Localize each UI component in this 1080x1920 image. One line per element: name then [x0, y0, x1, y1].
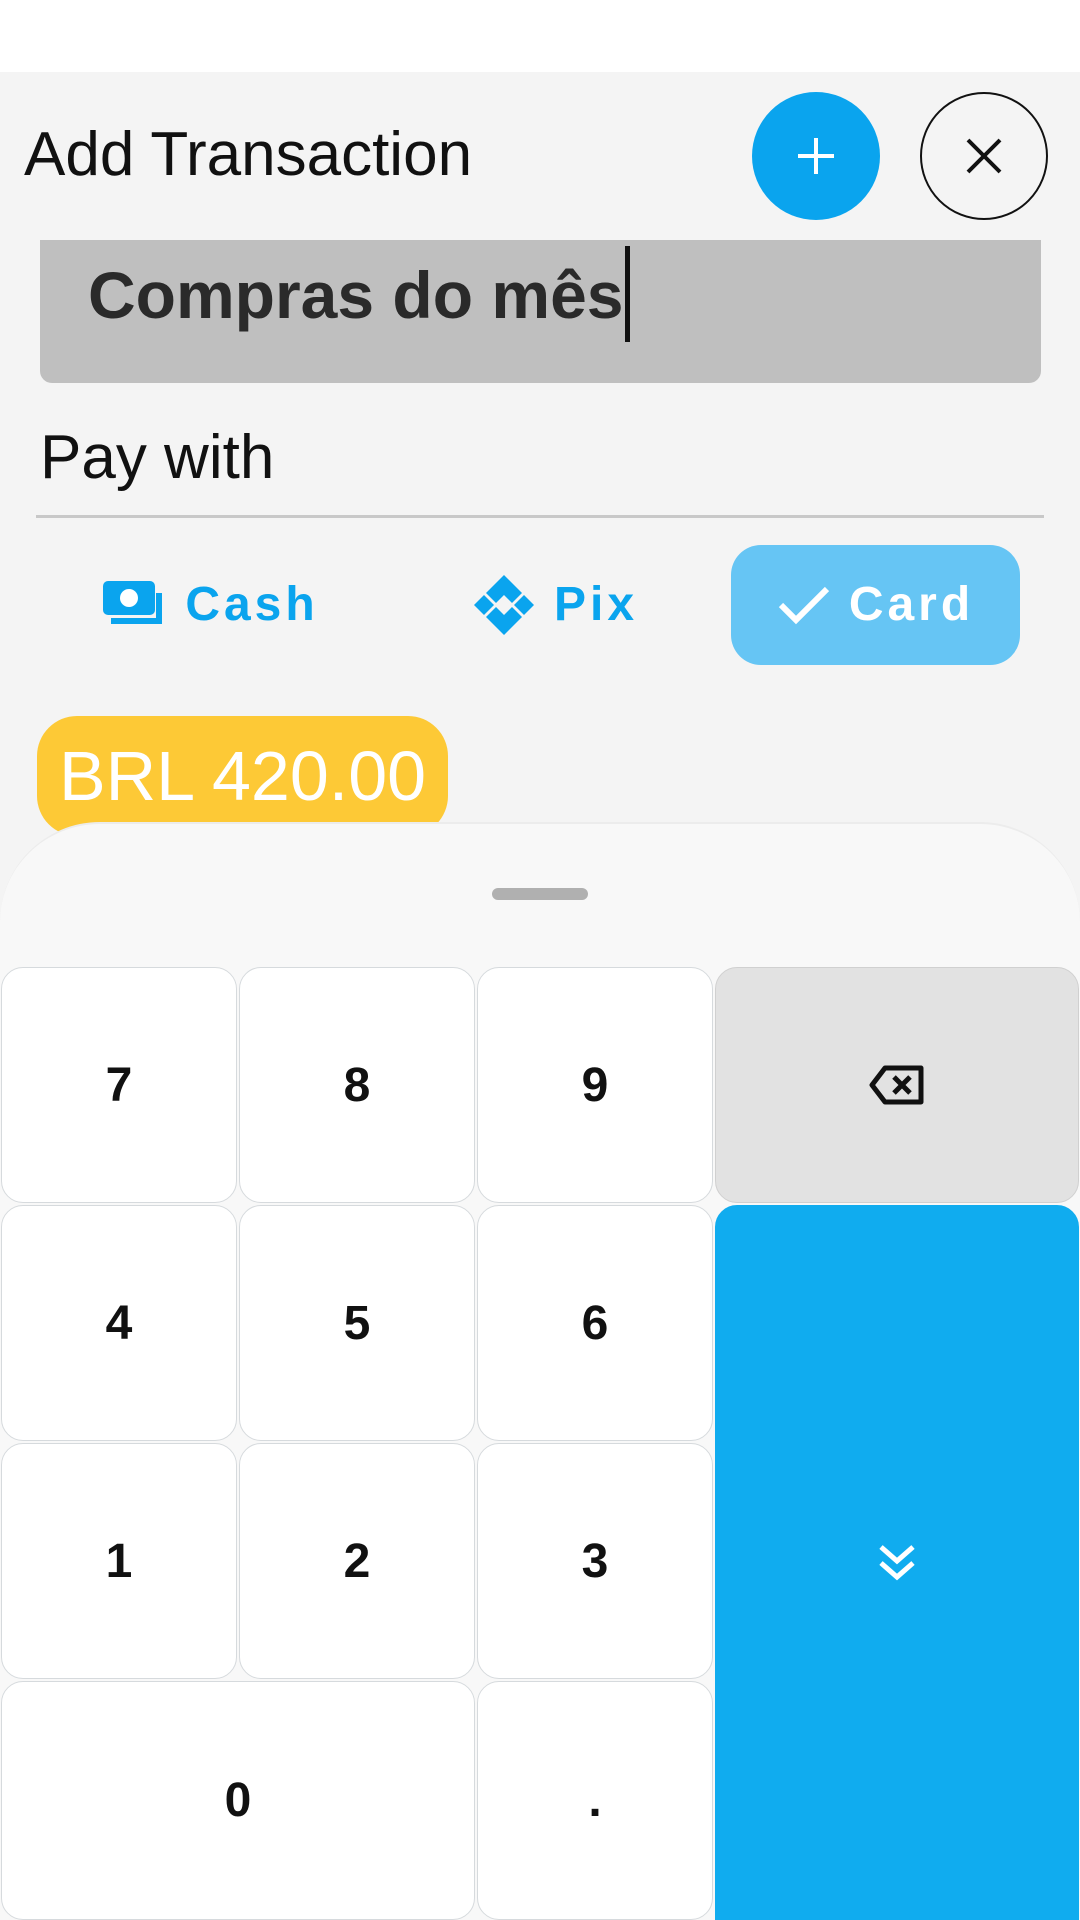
key-7[interactable]: 7 — [1, 967, 237, 1203]
description-value: Compras do mês — [88, 258, 624, 332]
key-6[interactable]: 6 — [477, 1205, 713, 1441]
cash-icon — [101, 579, 167, 631]
description-value-wrap: Compras do mês — [88, 245, 631, 342]
chevron-double-down-icon — [875, 1541, 919, 1585]
key-1[interactable]: 1 — [1, 1443, 237, 1679]
check-icon — [777, 583, 831, 627]
key-4[interactable]: 4 — [1, 1205, 237, 1441]
key-3[interactable]: 3 — [477, 1443, 713, 1679]
key-5[interactable]: 5 — [239, 1205, 475, 1441]
close-button[interactable] — [920, 92, 1048, 220]
pay-option-cash[interactable]: Cash — [90, 545, 330, 665]
amount-value: BRL 420.00 — [58, 737, 427, 815]
backspace-button[interactable] — [715, 967, 1079, 1203]
description-input[interactable]: Compras do mês — [40, 240, 1041, 383]
drag-handle[interactable] — [492, 888, 588, 900]
pay-option-card-label: Card — [848, 578, 975, 631]
pay-with-divider — [36, 515, 1044, 518]
pay-with-label: Pay with — [40, 423, 275, 492]
pay-option-card[interactable]: Card — [731, 545, 1020, 665]
done-button[interactable] — [715, 1205, 1079, 1920]
key-9[interactable]: 9 — [477, 967, 713, 1203]
screen: Add Transaction Compras do mês Pay with — [0, 0, 1080, 1920]
page-title: Add Transaction — [24, 120, 473, 189]
text-cursor — [625, 245, 631, 342]
close-icon — [964, 136, 1004, 176]
key-2[interactable]: 2 — [239, 1443, 475, 1679]
key-0[interactable]: 0 — [1, 1681, 475, 1920]
key-8[interactable]: 8 — [239, 967, 475, 1203]
pay-option-cash-label: Cash — [185, 578, 319, 631]
status-bar — [0, 0, 1080, 72]
pix-icon — [472, 573, 536, 637]
pay-option-pix-label: Pix — [553, 578, 639, 631]
add-transaction-button[interactable] — [752, 92, 880, 220]
key-decimal[interactable]: . — [477, 1681, 713, 1920]
pay-option-pix[interactable]: Pix — [455, 545, 655, 665]
plus-icon — [794, 134, 838, 178]
backspace-icon — [869, 1065, 925, 1105]
amount-display[interactable]: BRL 420.00 — [37, 716, 448, 836]
